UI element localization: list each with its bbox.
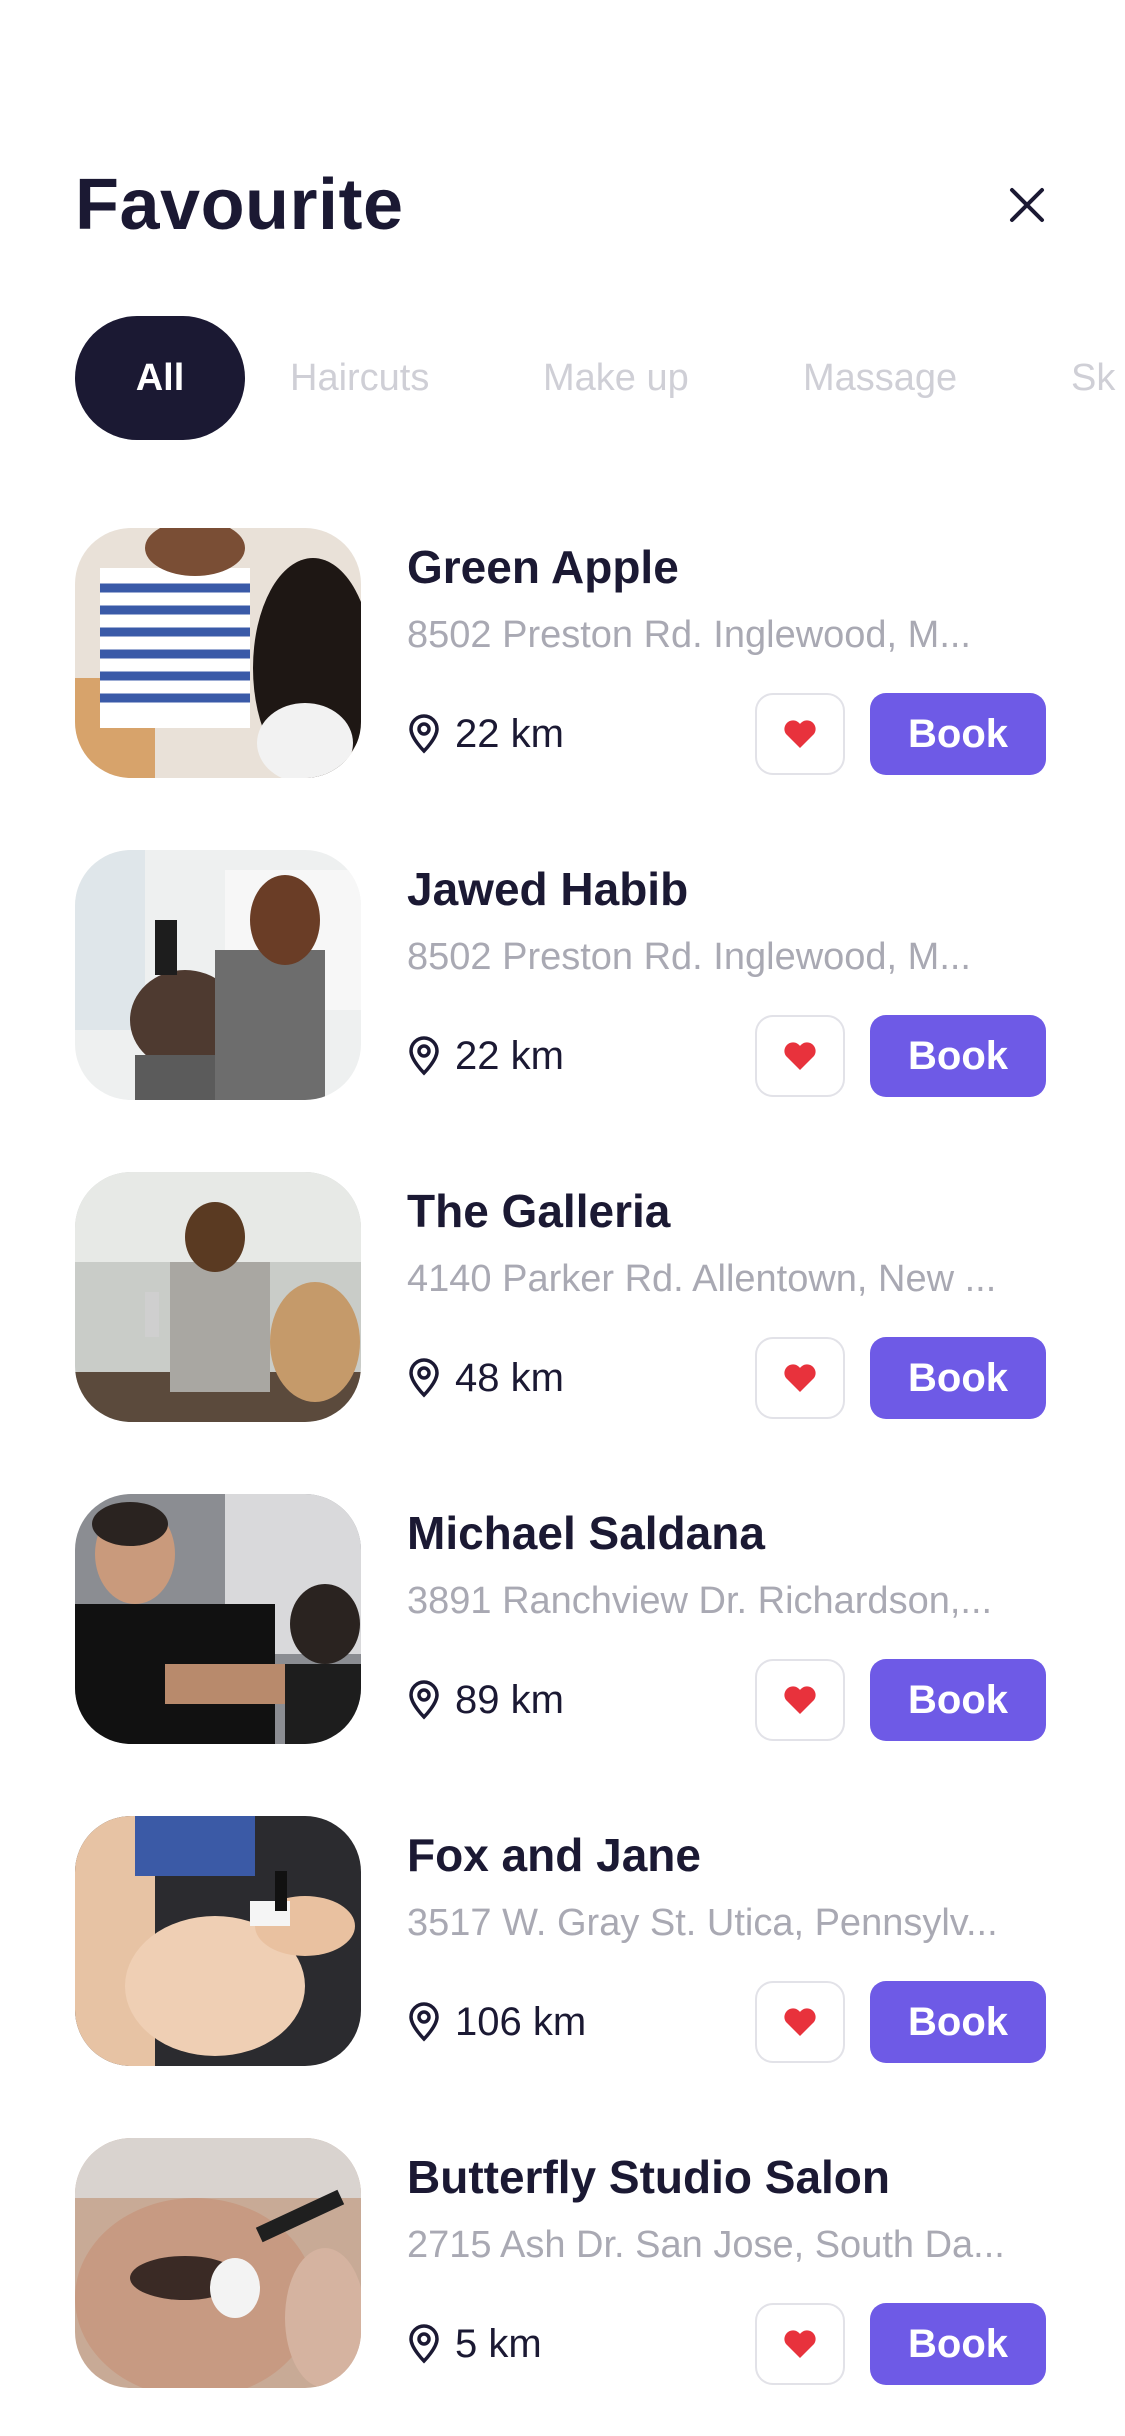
filter-chip-make-up[interactable]: Make up: [543, 316, 689, 440]
salon-photo: [75, 2138, 361, 2388]
salon-name: The Galleria: [407, 1185, 671, 1237]
salon-name: Fox and Jane: [407, 1829, 701, 1881]
filter-chip-massage[interactable]: Massage: [803, 316, 957, 440]
salon-photo: [75, 528, 361, 778]
filter-chip-skin[interactable]: Sk: [1071, 316, 1115, 440]
heart-icon: [784, 720, 816, 748]
book-button[interactable]: Book: [870, 1981, 1046, 2063]
salon-card[interactable]: Michael Saldana 3891 Ranchview Dr. Richa…: [75, 1494, 1050, 1744]
location-pin-icon: [409, 2324, 439, 2364]
salon-distance: 89 km: [407, 1678, 564, 1722]
salon-photo: [75, 1494, 361, 1744]
filter-chip-haircuts[interactable]: Haircuts: [290, 316, 429, 440]
salon-card[interactable]: Butterfly Studio Salon 2715 Ash Dr. San …: [75, 2138, 1050, 2388]
salon-distance: 22 km: [407, 712, 564, 756]
salon-distance: 22 km: [407, 1034, 564, 1078]
salon-card[interactable]: Green Apple 8502 Preston Rd. Inglewood, …: [75, 528, 1050, 778]
salon-address: 4140 Parker Rd. Allentown, New ...: [407, 1258, 997, 1300]
location-pin-icon: [409, 714, 439, 754]
book-button[interactable]: Book: [870, 1015, 1046, 1097]
close-icon[interactable]: [1004, 182, 1050, 228]
heart-icon: [784, 1686, 816, 1714]
salon-address: 8502 Preston Rd. Inglewood, M...: [407, 614, 971, 656]
salon-distance: 48 km: [407, 1356, 564, 1400]
location-pin-icon: [409, 1680, 439, 1720]
salon-address: 3891 Ranchview Dr. Richardson,...: [407, 1580, 993, 1622]
distance-label: 106 km: [455, 1999, 587, 2044]
book-button[interactable]: Book: [870, 1337, 1046, 1419]
salon-name: Green Apple: [407, 541, 679, 593]
book-button[interactable]: Book: [870, 1659, 1046, 1741]
heart-icon: [784, 1364, 816, 1392]
salon-card[interactable]: Jawed Habib 8502 Preston Rd. Inglewood, …: [75, 850, 1050, 1100]
salon-name: Jawed Habib: [407, 863, 689, 915]
salon-card[interactable]: The Galleria 4140 Parker Rd. Allentown, …: [75, 1172, 1050, 1422]
favourite-button[interactable]: [755, 693, 845, 775]
distance-label: 22 km: [455, 1033, 564, 1078]
salon-card[interactable]: Fox and Jane 3517 W. Gray St. Utica, Pen…: [75, 1816, 1050, 2066]
location-pin-icon: [409, 2002, 439, 2042]
book-button[interactable]: Book: [870, 2303, 1046, 2385]
distance-label: 89 km: [455, 1677, 564, 1722]
salon-photo: [75, 1172, 361, 1422]
favourite-button[interactable]: [755, 1015, 845, 1097]
heart-icon: [784, 1042, 816, 1070]
salon-name: Butterfly Studio Salon: [407, 2151, 890, 2203]
favourite-button[interactable]: [755, 1659, 845, 1741]
salon-name: Michael Saldana: [407, 1507, 765, 1559]
salon-photo: [75, 1816, 361, 2066]
distance-label: 22 km: [455, 711, 564, 756]
distance-label: 5 km: [455, 2321, 542, 2366]
salon-address: 2715 Ash Dr. San Jose, South Da...: [407, 2224, 1005, 2266]
filter-chip-all[interactable]: All: [75, 316, 245, 440]
favourite-button[interactable]: [755, 1337, 845, 1419]
page-title: Favourite: [75, 165, 404, 245]
location-pin-icon: [409, 1358, 439, 1398]
salon-address: 3517 W. Gray St. Utica, Pennsylv...: [407, 1902, 998, 1944]
book-button[interactable]: Book: [870, 693, 1046, 775]
header: Favourite: [75, 160, 1050, 250]
location-pin-icon: [409, 1036, 439, 1076]
salon-address: 8502 Preston Rd. Inglewood, M...: [407, 936, 971, 978]
distance-label: 48 km: [455, 1355, 564, 1400]
category-filter-bar: All Haircuts Make up Massage Sk: [75, 316, 1125, 440]
salon-distance: 106 km: [407, 2000, 586, 2044]
favourite-button[interactable]: [755, 2303, 845, 2385]
favourite-button[interactable]: [755, 1981, 845, 2063]
salon-photo: [75, 850, 361, 1100]
heart-icon: [784, 2330, 816, 2358]
heart-icon: [784, 2008, 816, 2036]
salon-distance: 5 km: [407, 2322, 542, 2366]
